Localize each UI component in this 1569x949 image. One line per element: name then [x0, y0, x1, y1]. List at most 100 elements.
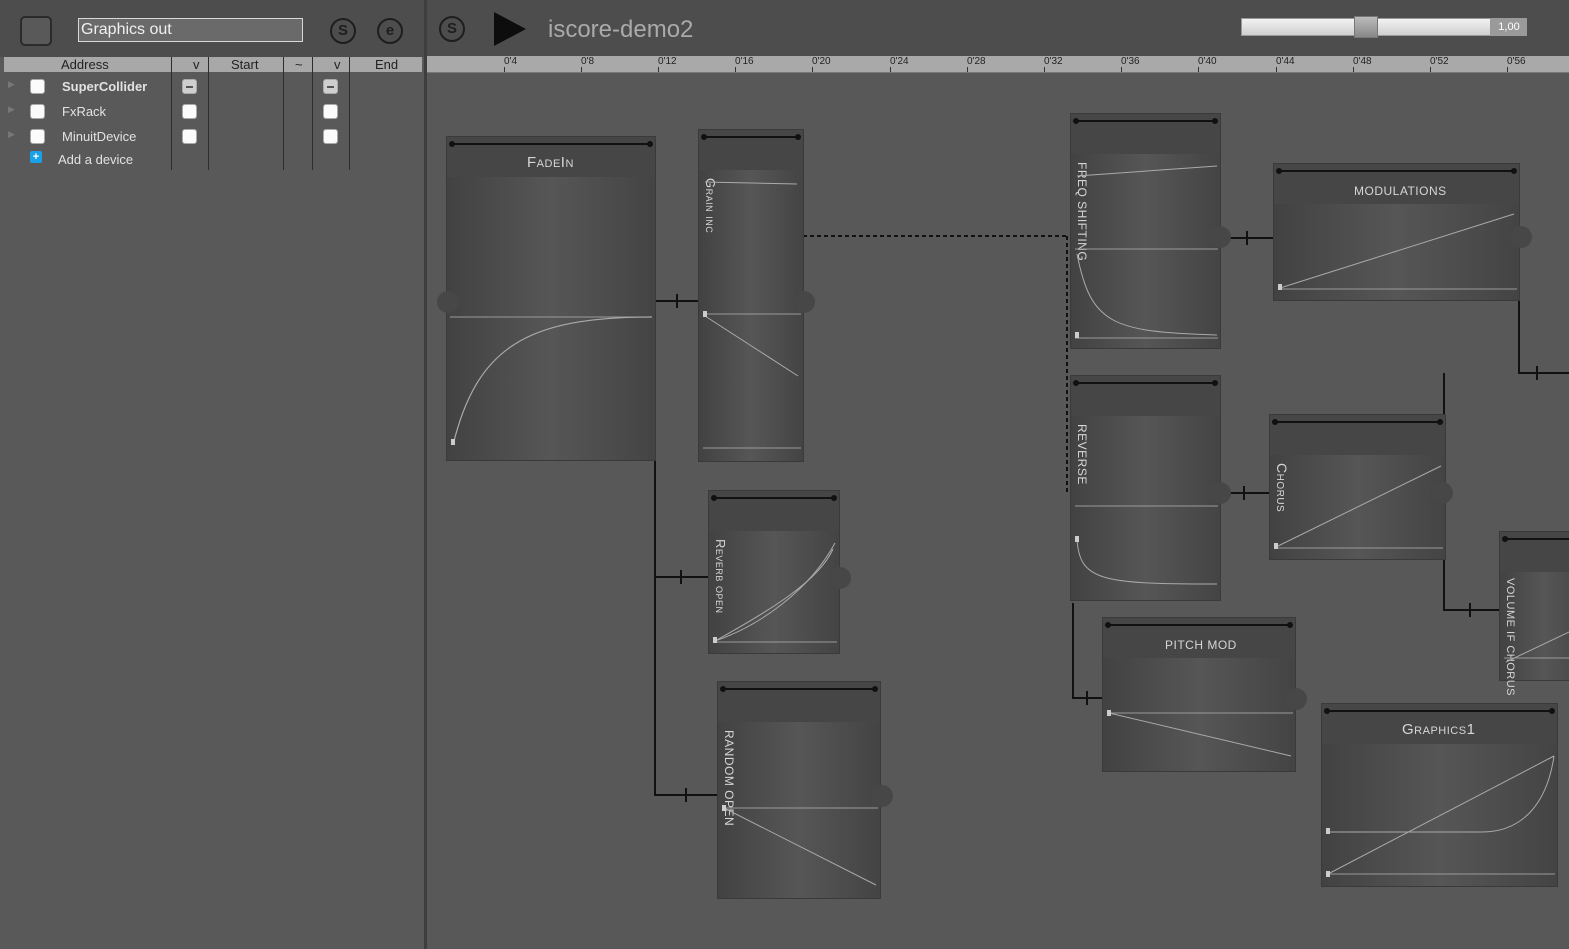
ruler-tick: 0'52 — [1430, 56, 1449, 72]
box-duration-bar[interactable] — [720, 686, 878, 692]
box-duration-bar[interactable] — [1324, 708, 1555, 714]
curve-graph[interactable] — [447, 177, 657, 462]
add-device-icon[interactable]: + — [30, 151, 42, 163]
sync-icon: S — [446, 20, 457, 37]
ruler-tick: 0'40 — [1198, 56, 1217, 72]
box-duration-bar[interactable] — [1073, 380, 1218, 386]
start-value-checkbox[interactable] — [182, 104, 197, 119]
process-box-reverse[interactable]: REVERSE — [1070, 375, 1221, 601]
box-title: PITCH MOD — [1165, 638, 1237, 652]
process-box-reverb-open[interactable]: Reverb open — [708, 490, 840, 654]
start-value-checkbox[interactable] — [182, 79, 197, 94]
curve-graph[interactable] — [1500, 572, 1569, 682]
col-start[interactable]: Start — [231, 57, 258, 72]
ruler-tick: 0'32 — [1044, 56, 1063, 72]
box-duration-bar[interactable] — [1272, 419, 1443, 425]
box-end-handle[interactable] — [871, 785, 893, 807]
device-select-checkbox[interactable] — [30, 79, 45, 94]
box-end-handle[interactable] — [1209, 226, 1231, 248]
device-select-checkbox[interactable] — [30, 129, 45, 144]
box-end-handle[interactable] — [1510, 226, 1532, 248]
scenario-canvas[interactable]: FadeIn Grain inc FREQ SHIFTING MODULATIO… — [427, 73, 1569, 949]
col-v-end[interactable]: v — [334, 57, 341, 72]
box-title: MODULATIONS — [1354, 184, 1447, 198]
box-end-handle[interactable] — [1209, 482, 1231, 504]
process-box-chorus[interactable]: Chorus — [1269, 414, 1446, 560]
box-duration-bar[interactable] — [1105, 622, 1293, 628]
start-value-checkbox[interactable] — [182, 129, 197, 144]
box-duration-bar[interactable] — [1276, 168, 1517, 174]
box-end-handle[interactable] — [1431, 482, 1453, 504]
box-duration-bar[interactable] — [701, 134, 801, 140]
process-box-modulations[interactable]: MODULATIONS — [1273, 163, 1520, 301]
box-name-field[interactable] — [78, 18, 303, 42]
zoom-value-label: 1,00 — [1491, 18, 1527, 36]
curve-graph[interactable] — [1071, 154, 1222, 350]
curve-graph[interactable] — [718, 722, 882, 900]
curve-graph[interactable] — [1103, 658, 1297, 773]
expand-arrow-icon[interactable]: ▶ — [8, 104, 15, 115]
curve-graph[interactable] — [709, 531, 841, 655]
sync-button[interactable]: S — [439, 16, 465, 42]
curve-graph[interactable] — [1322, 744, 1559, 888]
curve-graph[interactable] — [1274, 204, 1521, 302]
relation-line — [1072, 603, 1103, 699]
timeline-ruler[interactable]: 0'4 0'8 0'12 0'16 0'20 0'24 0'28 0'32 0'… — [427, 56, 1569, 73]
device-row-fxrack[interactable]: ▶ FxRack — [0, 100, 420, 124]
box-duration-bar[interactable] — [1073, 118, 1218, 124]
process-box-pitch-mod[interactable]: PITCH MOD — [1102, 617, 1296, 772]
curve-graph[interactable] — [1270, 455, 1447, 561]
device-select-checkbox[interactable] — [30, 104, 45, 119]
end-value-checkbox[interactable] — [323, 129, 338, 144]
play-icon[interactable] — [494, 12, 526, 46]
expand-arrow-icon[interactable]: ▶ — [8, 79, 15, 90]
ruler-tick: 0'8 — [581, 56, 595, 72]
device-table-header: Address v Start ~ v End — [4, 57, 422, 72]
zoom-slider-handle[interactable] — [1354, 16, 1378, 38]
ruler-tick: 0'44 — [1276, 56, 1295, 72]
box-end-handle[interactable] — [829, 567, 851, 589]
process-box-graphics1[interactable]: Graphics1 — [1321, 703, 1558, 887]
ruler-tick: 0'16 — [735, 56, 754, 72]
device-label: SuperCollider — [62, 79, 148, 94]
ruler-tick: 0'24 — [890, 56, 909, 72]
box-title: FadeIn — [527, 154, 574, 171]
device-row-minuitdevice[interactable]: ▶ MinuitDevice — [0, 125, 420, 149]
ruler-tick: 0'12 — [658, 56, 677, 72]
process-box-freq-shifting[interactable]: FREQ SHIFTING — [1070, 113, 1221, 349]
end-value-checkbox[interactable] — [323, 104, 338, 119]
curve-graph[interactable] — [699, 170, 805, 463]
process-box-volume-if-chorus[interactable]: VOLUME IF CHORUS — [1499, 531, 1569, 696]
box-end-handle[interactable] — [1285, 688, 1307, 710]
document-title: iscore-demo2 — [548, 16, 694, 43]
ruler-tick: 0'48 — [1353, 56, 1372, 72]
add-device-link[interactable]: Add a device — [58, 152, 133, 167]
end-state-button[interactable]: e — [377, 18, 403, 44]
box-duration-bar[interactable] — [711, 495, 837, 501]
end-value-checkbox[interactable] — [323, 79, 338, 94]
process-box-grain-inc[interactable]: Grain inc — [698, 129, 804, 462]
ruler-tick: 0'28 — [967, 56, 986, 72]
curve-graph[interactable] — [1071, 416, 1222, 602]
expand-arrow-icon[interactable]: ▶ — [8, 129, 15, 140]
ruler-tick: 0'36 — [1121, 56, 1140, 72]
box-duration-bar[interactable] — [1502, 536, 1569, 542]
col-v-start[interactable]: v — [193, 57, 200, 72]
box-start-handle[interactable] — [437, 291, 459, 313]
box-duration-bar[interactable] — [449, 141, 653, 147]
box-end-handle[interactable] — [793, 291, 815, 313]
box-title: Graphics1 — [1402, 721, 1476, 738]
device-label: MinuitDevice — [62, 129, 137, 144]
col-interp[interactable]: ~ — [295, 57, 303, 72]
inspector-toolbar: S e — [0, 0, 424, 57]
select-square-button[interactable] — [20, 16, 52, 46]
ruler-tick: 0'4 — [504, 56, 518, 72]
process-box-random-open[interactable]: RANDOM OPEN — [717, 681, 881, 899]
start-state-button[interactable]: S — [330, 18, 356, 44]
col-end[interactable]: End — [375, 57, 398, 72]
col-address[interactable]: Address — [61, 57, 109, 72]
ruler-tick: 0'20 — [812, 56, 831, 72]
device-row-supercollider[interactable]: ▶ SuperCollider — [0, 75, 420, 99]
end-state-icon: e — [385, 22, 395, 39]
process-box-fadein[interactable]: FadeIn — [446, 136, 656, 461]
